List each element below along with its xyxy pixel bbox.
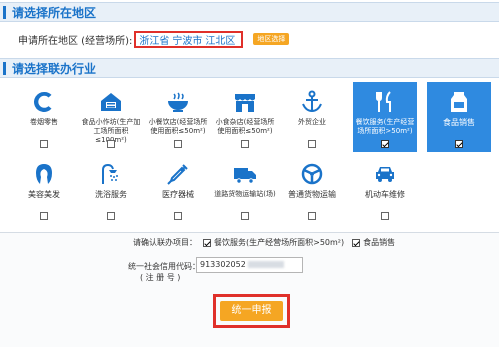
industry-checkbox[interactable]	[107, 140, 115, 148]
industry-checkbox[interactable]	[381, 140, 389, 148]
region-select-button[interactable]: 地区选择	[253, 33, 290, 45]
district-value: 江北区	[205, 35, 236, 47]
industry-label: 食品销售	[443, 118, 475, 127]
industry-label: 卷烟零售	[30, 118, 58, 126]
industry-label: 普通货物运输	[288, 190, 336, 199]
region-label: 申请所在地区 (经营场所):	[18, 35, 133, 47]
syringe-icon	[146, 162, 210, 186]
confirm-label: 请确认联办项目：	[133, 238, 197, 247]
province-value: 浙江省	[139, 35, 170, 47]
industry-tile-food-sales[interactable]: 食品销售	[427, 82, 491, 152]
industry-checkbox[interactable]	[308, 140, 316, 148]
confirm-item1-label: 餐饮服务(生产经营场所面积>50m²)	[214, 238, 345, 247]
industry-tile-vehicle-repair[interactable]: 机动车维修	[353, 154, 417, 224]
industry-checkbox[interactable]	[381, 212, 389, 220]
shower-icon	[79, 162, 143, 186]
credit-code-input[interactable]: 913302052	[196, 257, 303, 273]
industry-tile-foreign-trade[interactable]: 外贸企业	[280, 82, 344, 152]
industry-checkbox[interactable]	[241, 140, 249, 148]
city-value: 宁波市	[172, 35, 203, 47]
submit-button[interactable]: 统一申报	[220, 301, 283, 321]
confirm-panel	[0, 232, 499, 347]
shop-icon	[213, 90, 277, 114]
industry-label: 洗浴服务	[95, 190, 127, 199]
industry-label: 道路货物运输站(场)	[214, 190, 276, 198]
industry-tile-beauty[interactable]: 美容美发	[12, 154, 76, 224]
cigarette-c-icon	[12, 90, 76, 114]
confirm-item2-label: 食品销售	[363, 238, 396, 247]
industry-label: 机动车维修	[365, 190, 405, 199]
confirm-item1-checkbox[interactable]	[203, 238, 211, 247]
region-row: 申请所在地区 (经营场所): 浙江省 宁波市 江北区 地区选择	[18, 30, 290, 48]
industry-tile-general-freight[interactable]: 普通货物运输	[280, 154, 344, 224]
industry-tile-food-workshop[interactable]: 食品小作坊(生产加工场所面积≤100m²)	[79, 82, 143, 152]
section-accent	[3, 6, 6, 19]
bowl-icon	[146, 90, 210, 114]
industry-tile-freight-station[interactable]: 道路货物运输站(场)	[213, 154, 277, 224]
industry-label: 医疗器械	[162, 190, 194, 199]
milk-carton-icon	[427, 90, 491, 114]
credit-sub-text: ( 注 册 号 )	[140, 273, 181, 282]
industry-checkbox[interactable]	[174, 140, 182, 148]
industry-label: 美容美发	[28, 190, 60, 199]
section-accent	[3, 62, 6, 75]
hair-icon	[12, 162, 76, 186]
steering-wheel-icon	[280, 162, 344, 186]
industry-checkbox[interactable]	[308, 212, 316, 220]
confirm-item2-checkbox[interactable]	[352, 238, 361, 247]
submit-highlight: 统一申报	[213, 294, 290, 328]
industry-label: 小食杂店(经营场所使用面积≤50m²)	[215, 118, 275, 135]
industry-label: 小餐饮店(经营场所使用面积≤50m²)	[148, 118, 208, 135]
industry-checkbox[interactable]	[40, 140, 48, 148]
industry-tile-medical-devices[interactable]: 医疗器械	[146, 154, 210, 224]
industry-tile-grocery[interactable]: 小食杂店(经营场所使用面积≤50m²)	[213, 82, 277, 152]
fork-knife-icon	[353, 90, 417, 114]
factory-icon	[79, 90, 143, 114]
industry-tile-bathing[interactable]: 洗浴服务	[79, 154, 143, 224]
industry-checkbox[interactable]	[174, 212, 182, 220]
redacted-blur	[247, 261, 284, 268]
industry-checkbox[interactable]	[40, 212, 48, 220]
industry-section-header: 请选择联办行业	[0, 58, 499, 78]
industry-section-title: 请选择联办行业	[12, 62, 97, 76]
credit-code-value: 913302052	[200, 260, 246, 269]
industry-tile-small-restaurant[interactable]: 小餐饮店(经营场所使用面积≤50m²)	[146, 82, 210, 152]
industry-label: 餐饮服务(生产经营场所面积>50m²)	[355, 118, 415, 135]
industry-tile-tobacco[interactable]: 卷烟零售	[12, 82, 76, 152]
region-section-title: 请选择所在地区	[12, 6, 97, 20]
confirm-row: 请确认联办项目： 餐饮服务(生产经营场所面积>50m²) 食品销售	[133, 237, 395, 248]
anchor-icon	[280, 90, 344, 114]
credit-label-text: 统一社会信用代码：	[128, 262, 200, 271]
car-repair-icon	[353, 162, 417, 186]
credit-sub-label: ( 注 册 号 )	[140, 272, 180, 283]
industry-checkbox[interactable]	[241, 212, 249, 220]
region-section-header: 请选择所在地区	[0, 2, 499, 22]
industry-tile-catering[interactable]: 餐饮服务(生产经营场所面积>50m²)	[353, 82, 417, 152]
region-value-box[interactable]: 浙江省 宁波市 江北区	[134, 30, 244, 48]
industry-checkbox[interactable]	[107, 212, 115, 220]
credit-label: 统一社会信用代码：	[128, 261, 200, 272]
industry-checkbox[interactable]	[455, 140, 463, 148]
industry-label: 外贸企业	[298, 118, 326, 126]
truck-icon	[213, 162, 277, 186]
